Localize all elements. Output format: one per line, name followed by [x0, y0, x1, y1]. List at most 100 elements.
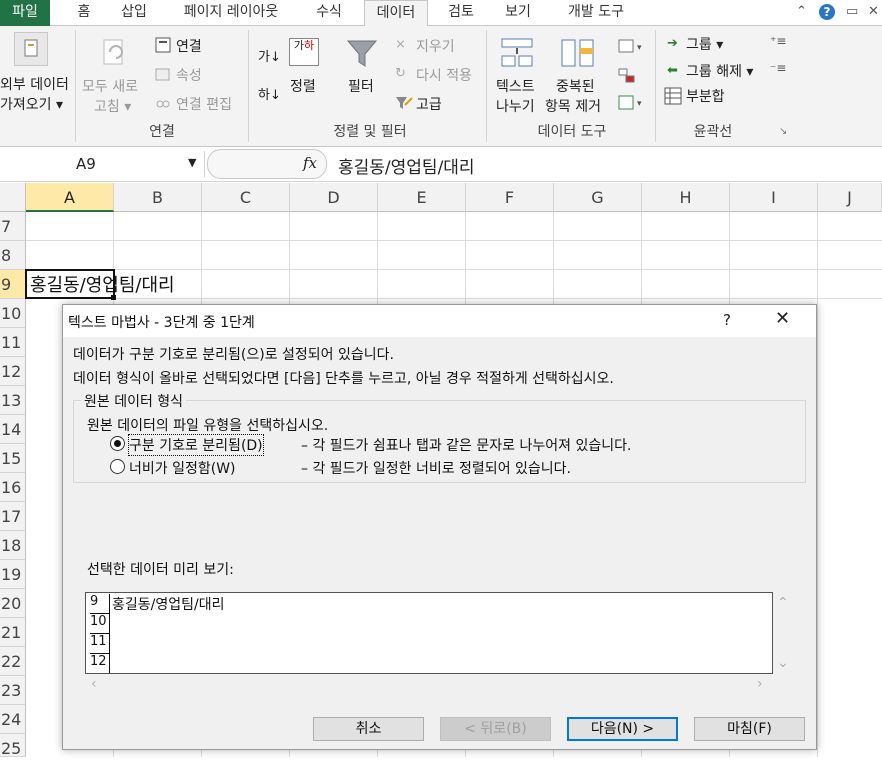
scroll-down-icon[interactable]: ⌄ [777, 655, 789, 671]
chevron-down-icon[interactable]: ▼ [188, 156, 196, 169]
gridline [26, 240, 882, 241]
connections-button[interactable]: 연결 [176, 36, 202, 56]
refresh-all-button[interactable]: 모두 새로 [82, 76, 138, 96]
row-header-16[interactable]: 16 [0, 473, 26, 502]
row-header-22[interactable]: 22 [0, 647, 26, 676]
row-header-25[interactable]: 25 [0, 734, 26, 758]
help-icon[interactable]: ? [723, 311, 731, 329]
row-header-8[interactable]: 8 [0, 241, 26, 270]
svg-text:▾: ▾ [637, 43, 642, 53]
consolidate-icon[interactable] [618, 68, 636, 88]
row-header-21[interactable]: 21 [0, 618, 26, 647]
scroll-up-icon[interactable]: ⌃ [777, 595, 789, 611]
refresh-all-label2: 고침 ▾ [94, 99, 132, 115]
group-button[interactable]: 그룹 ▾ [686, 34, 723, 54]
separator [248, 30, 249, 142]
preview-row-number: 10 [90, 614, 110, 634]
hide-detail-icon[interactable]: ⁻≡ [770, 61, 786, 75]
help-icon[interactable]: ? [818, 3, 836, 25]
sort-za-icon[interactable]: 하↓ [258, 84, 281, 103]
reapply-button[interactable]: 다시 적용 [416, 65, 472, 85]
back-button[interactable]: < 뒤로(B) [440, 717, 551, 741]
select-all-corner[interactable] [0, 183, 26, 212]
row-header-20[interactable]: 20 [0, 589, 26, 618]
svg-text:▾: ▾ [637, 99, 642, 109]
edit-links-button[interactable]: 연결 편집 [176, 94, 232, 114]
finish-button[interactable]: 마침(F) [694, 717, 805, 741]
delimited-radio[interactable] [110, 436, 125, 451]
column-header-h[interactable]: H [642, 183, 730, 212]
column-header-a[interactable]: A [26, 183, 114, 212]
minimize-icon[interactable]: ▭ [846, 4, 858, 19]
insert-function-icon[interactable]: fx [303, 154, 317, 172]
row-header-13[interactable]: 13 [0, 386, 26, 415]
row-header-15[interactable]: 15 [0, 444, 26, 473]
close-icon[interactable]: ✕ [775, 308, 790, 329]
row-header-18[interactable]: 18 [0, 531, 26, 560]
delimited-label[interactable]: 구분 기호로 분리됨(D) [128, 434, 264, 456]
group-label-connections: 연결 [149, 124, 175, 140]
fixed-width-description: – 각 필드가 일정한 너비로 정렬되어 있습니다. [301, 461, 571, 477]
tab-developer[interactable]: 개발 도구 [556, 0, 636, 26]
remove-duplicates-button[interactable]: 중복된 [556, 76, 595, 96]
dialog-launcher-icon[interactable]: ↘ [779, 126, 787, 137]
column-header-d[interactable]: D [290, 183, 378, 212]
tab-review[interactable]: 검토 [441, 0, 481, 26]
column-header-j[interactable]: J [818, 183, 882, 212]
row-header-10[interactable]: 10 [0, 299, 26, 328]
row-header-14[interactable]: 14 [0, 415, 26, 444]
show-detail-icon[interactable]: ⁺≡ [770, 34, 786, 48]
properties-button[interactable]: 속성 [176, 65, 202, 85]
tab-home[interactable]: 홈 [67, 0, 101, 26]
cancel-button[interactable]: 취소 [313, 717, 424, 741]
row-header-7[interactable]: 7 [0, 212, 26, 241]
preview-row-value: 홍길동/영업팀/대리 [112, 597, 225, 613]
advanced-button[interactable]: 고급 [416, 94, 442, 114]
row-header-24[interactable]: 24 [0, 705, 26, 734]
tab-page-layout[interactable]: 페이지 레이아웃 [170, 0, 292, 26]
name-box[interactable]: A9 ▼ [0, 151, 205, 177]
formula-input[interactable]: 홍길동/영업팀/대리 [338, 153, 475, 178]
close-window-icon[interactable]: ✕ [868, 4, 879, 19]
tab-insert[interactable]: 삽입 [114, 0, 154, 26]
tab-data[interactable]: 데이터 [364, 0, 428, 27]
get-external-data-button[interactable]: 외부 데이터 [0, 74, 69, 94]
scroll-right-icon[interactable]: › [757, 676, 763, 692]
what-if-analysis-icon[interactable]: ▾ [618, 94, 644, 116]
sort-button[interactable]: 정렬 [290, 76, 316, 96]
subtotal-icon [664, 87, 682, 109]
tab-file[interactable]: 파일 [0, 0, 50, 26]
column-header-i[interactable]: I [730, 183, 818, 212]
next-button[interactable]: 다음(N) > [567, 717, 678, 741]
fixed-width-radio[interactable] [110, 459, 125, 474]
row-header-23[interactable]: 23 [0, 676, 26, 705]
scroll-left-icon[interactable]: ‹ [91, 676, 97, 692]
row-header-17[interactable]: 17 [0, 502, 26, 531]
text-to-columns-button[interactable]: 텍스트 [496, 76, 535, 96]
group-label-outline: 윤곽선 [693, 124, 733, 140]
row-header-19[interactable]: 19 [0, 560, 26, 589]
fixed-width-label[interactable]: 너비가 일정함(W) [129, 458, 236, 478]
data-preview[interactable]: 9 홍길동/영업팀/대리 10 11 12 [85, 592, 773, 674]
collapse-ribbon-icon[interactable]: ⌃ [796, 4, 807, 19]
row-header-9[interactable]: 9 [0, 270, 26, 299]
column-header-f[interactable]: F [466, 183, 554, 212]
data-validation-icon[interactable]: ▾ [618, 38, 644, 58]
filter-button[interactable]: 필터 [348, 76, 374, 96]
tab-view[interactable]: 보기 [498, 0, 538, 26]
clear-button[interactable]: 지우기 [416, 36, 455, 56]
column-header-g[interactable]: G [554, 183, 642, 212]
fill-handle[interactable] [111, 295, 116, 300]
ungroup-button[interactable]: 그룹 해제 ▾ [686, 61, 753, 81]
info-line-2: 데이터 형식이 올바로 선택되었다면 [다음] 단추를 누르고, 아닐 경우 적… [73, 371, 614, 387]
column-header-e[interactable]: E [378, 183, 466, 212]
subtotal-button[interactable]: 부분합 [686, 86, 725, 106]
group-label-sort-filter: 정렬 및 필터 [333, 124, 407, 140]
sort-az-icon[interactable]: 가↓ [258, 46, 281, 65]
group-prompt: 원본 데이터의 파일 유형을 선택하십시오. [87, 418, 329, 434]
column-header-c[interactable]: C [202, 183, 290, 212]
row-header-12[interactable]: 12 [0, 357, 26, 386]
column-header-b[interactable]: B [114, 183, 202, 212]
tab-formulas[interactable]: 수식 [308, 0, 350, 26]
row-header-11[interactable]: 11 [0, 328, 26, 357]
